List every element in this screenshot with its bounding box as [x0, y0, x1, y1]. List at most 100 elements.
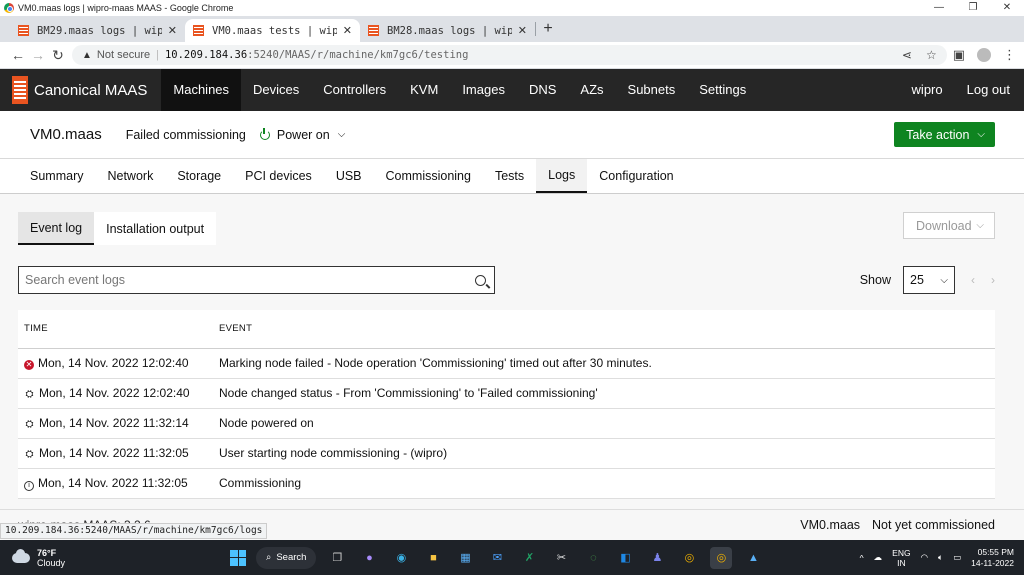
edge-icon[interactable]: ◉: [390, 547, 412, 569]
onedrive-cloud-icon[interactable]: ☁: [874, 552, 883, 563]
wifi-icon[interactable]: ◠: [921, 552, 928, 563]
clock-date: 14-11-2022: [971, 557, 1014, 568]
volume-icon[interactable]: 🔈︎: [938, 552, 943, 563]
battery-icon[interactable]: ▭: [953, 552, 961, 563]
language-indicator[interactable]: ENG IN: [892, 548, 910, 568]
maas-navigation: Canonical MAAS Machines Devices Controll…: [0, 69, 1024, 111]
browser-tab-bm29[interactable]: BM29.maas logs | wipro- ✕: [10, 19, 185, 42]
header-time[interactable]: TIME: [18, 310, 213, 349]
maximize-button[interactable]: ❐: [956, 0, 990, 16]
status-change-icon: ⛭: [25, 389, 34, 400]
event-time: ⛭ Mon, 14 Nov. 2022 11:32:14: [18, 408, 213, 439]
previous-page-icon[interactable]: ‹: [971, 273, 975, 287]
reload-icon[interactable]: ↻: [48, 47, 68, 64]
nav-settings[interactable]: Settings: [687, 69, 758, 111]
taskbar-search[interactable]: ⌕ Search: [256, 546, 317, 569]
task-view-icon[interactable]: ❐: [326, 547, 348, 569]
snipping-tool-icon[interactable]: ✂: [550, 547, 572, 569]
minimize-button[interactable]: —: [922, 0, 956, 16]
logout-link[interactable]: Log out: [955, 69, 1024, 111]
outlook-icon[interactable]: ◧: [614, 547, 636, 569]
forward-arrow-icon[interactable]: →: [28, 47, 48, 63]
close-window-button[interactable]: ✕: [990, 0, 1024, 16]
tab-tests[interactable]: Tests: [483, 159, 536, 193]
windows-start-icon[interactable]: [230, 549, 246, 566]
show-label: Show: [859, 273, 891, 287]
chrome-active-icon[interactable]: ◎: [710, 546, 733, 569]
nav-user[interactable]: wipro: [900, 69, 955, 111]
event-text: Node powered on: [213, 408, 995, 439]
store-icon[interactable]: ▦: [454, 547, 476, 569]
browser-tab-bm28[interactable]: BM28.maas logs | wipro- ✕: [360, 19, 535, 42]
power-dropdown[interactable]: Power on ⌵: [259, 127, 345, 142]
tab-logs[interactable]: Logs: [536, 159, 588, 193]
nav-kvm[interactable]: KVM: [398, 69, 450, 111]
tab-pci-devices[interactable]: PCI devices: [233, 159, 324, 193]
tab-title: BM29.maas logs | wipro-: [37, 24, 162, 37]
tab-configuration[interactable]: Configuration: [587, 159, 685, 193]
close-tab-icon[interactable]: ✕: [168, 24, 177, 37]
time-text: Mon, 14 Nov. 2022 12:02:40: [38, 356, 189, 370]
brand-name[interactable]: Canonical MAAS: [34, 82, 147, 99]
tray-chevron-up-icon[interactable]: ^: [860, 553, 864, 563]
share-icon[interactable]: ⋖: [902, 48, 912, 62]
nav-machines[interactable]: Machines: [161, 69, 242, 111]
url-bar[interactable]: ▲ Not secure | 10.209.184.36 :5240/MAAS/…: [72, 45, 947, 65]
tab-usb[interactable]: USB: [324, 159, 374, 193]
security-label[interactable]: Not secure: [97, 49, 150, 61]
next-page-icon[interactable]: ›: [991, 273, 995, 287]
event-text: User starting node commissioning - (wipr…: [213, 438, 995, 469]
teams-icon[interactable]: ♟: [646, 547, 668, 569]
warning-icon[interactable]: ▲: [82, 50, 92, 61]
maas-logo-icon[interactable]: [12, 76, 28, 104]
table-row: ✕ Mon, 14 Nov. 2022 12:02:40 Marking node…: [18, 348, 995, 379]
status-change-icon: ⛭: [25, 449, 34, 460]
profile-avatar-icon[interactable]: [977, 48, 991, 62]
clock[interactable]: 05:55 PM 14-11-2022: [971, 547, 1014, 569]
take-action-label: Take action: [906, 127, 970, 142]
chrome-icon[interactable]: ◎: [678, 547, 700, 569]
menu-kebab-icon[interactable]: ⋮: [1003, 47, 1016, 63]
tab-summary[interactable]: Summary: [18, 159, 95, 193]
nav-controllers[interactable]: Controllers: [311, 69, 398, 111]
subtab-installation-output[interactable]: Installation output: [94, 212, 217, 245]
file-explorer-icon[interactable]: ■: [422, 547, 444, 569]
weather-widget[interactable]: 76°F Cloudy: [0, 548, 210, 568]
bookmark-star-icon[interactable]: ☆: [926, 48, 937, 62]
browser-tab-strip: BM29.maas logs | wipro- ✕ VM0.maas tests…: [0, 16, 1024, 42]
progress-app-icon[interactable]: ◌: [582, 547, 604, 569]
header-event[interactable]: EVENT: [213, 310, 995, 349]
maas-favicon-icon: [18, 25, 29, 36]
nav-devices[interactable]: Devices: [241, 69, 311, 111]
search-input[interactable]: Search event logs: [18, 266, 495, 294]
excel-icon[interactable]: ✗: [518, 547, 540, 569]
mail-icon[interactable]: ✉: [486, 547, 508, 569]
table-row: ⛭ Mon, 14 Nov. 2022 12:02:40 Node changed…: [18, 378, 995, 409]
info-icon: i: [24, 480, 34, 491]
tab-storage[interactable]: Storage: [165, 159, 233, 193]
page-size-select[interactable]: 25 ⌵: [903, 266, 955, 294]
nav-subnets[interactable]: Subnets: [616, 69, 688, 111]
nav-images[interactable]: Images: [450, 69, 517, 111]
tab-commissioning[interactable]: Commissioning: [374, 159, 483, 193]
close-tab-icon[interactable]: ✕: [343, 24, 352, 37]
temperature: 76°F: [37, 547, 57, 558]
close-tab-icon[interactable]: ✕: [518, 24, 527, 37]
download-button[interactable]: Download ⌵: [903, 212, 995, 239]
url-host: 10.209.184.36: [164, 49, 248, 61]
back-arrow-icon[interactable]: ←: [8, 47, 28, 63]
sidepanel-icon[interactable]: ▣: [953, 47, 965, 63]
tab-network[interactable]: Network: [95, 159, 165, 193]
machine-name: VM0.maas: [30, 126, 102, 143]
event-time: i Mon, 14 Nov. 2022 11:32:05: [18, 468, 213, 499]
new-tab-button[interactable]: +: [536, 20, 560, 38]
search-icon[interactable]: [475, 274, 486, 286]
subtab-event-log[interactable]: Event log: [18, 212, 95, 245]
take-action-button[interactable]: Take action ⌵: [894, 122, 995, 147]
nav-dns[interactable]: DNS: [517, 69, 568, 111]
browser-tab-vm0[interactable]: VM0.maas tests | wipro ✕: [185, 19, 360, 42]
chat-icon[interactable]: ●: [358, 547, 380, 569]
nav-azs[interactable]: AZs: [568, 69, 615, 111]
photos-icon[interactable]: ▲: [742, 547, 764, 569]
event-text: Marking node failed - Node operation 'Co…: [213, 348, 995, 379]
